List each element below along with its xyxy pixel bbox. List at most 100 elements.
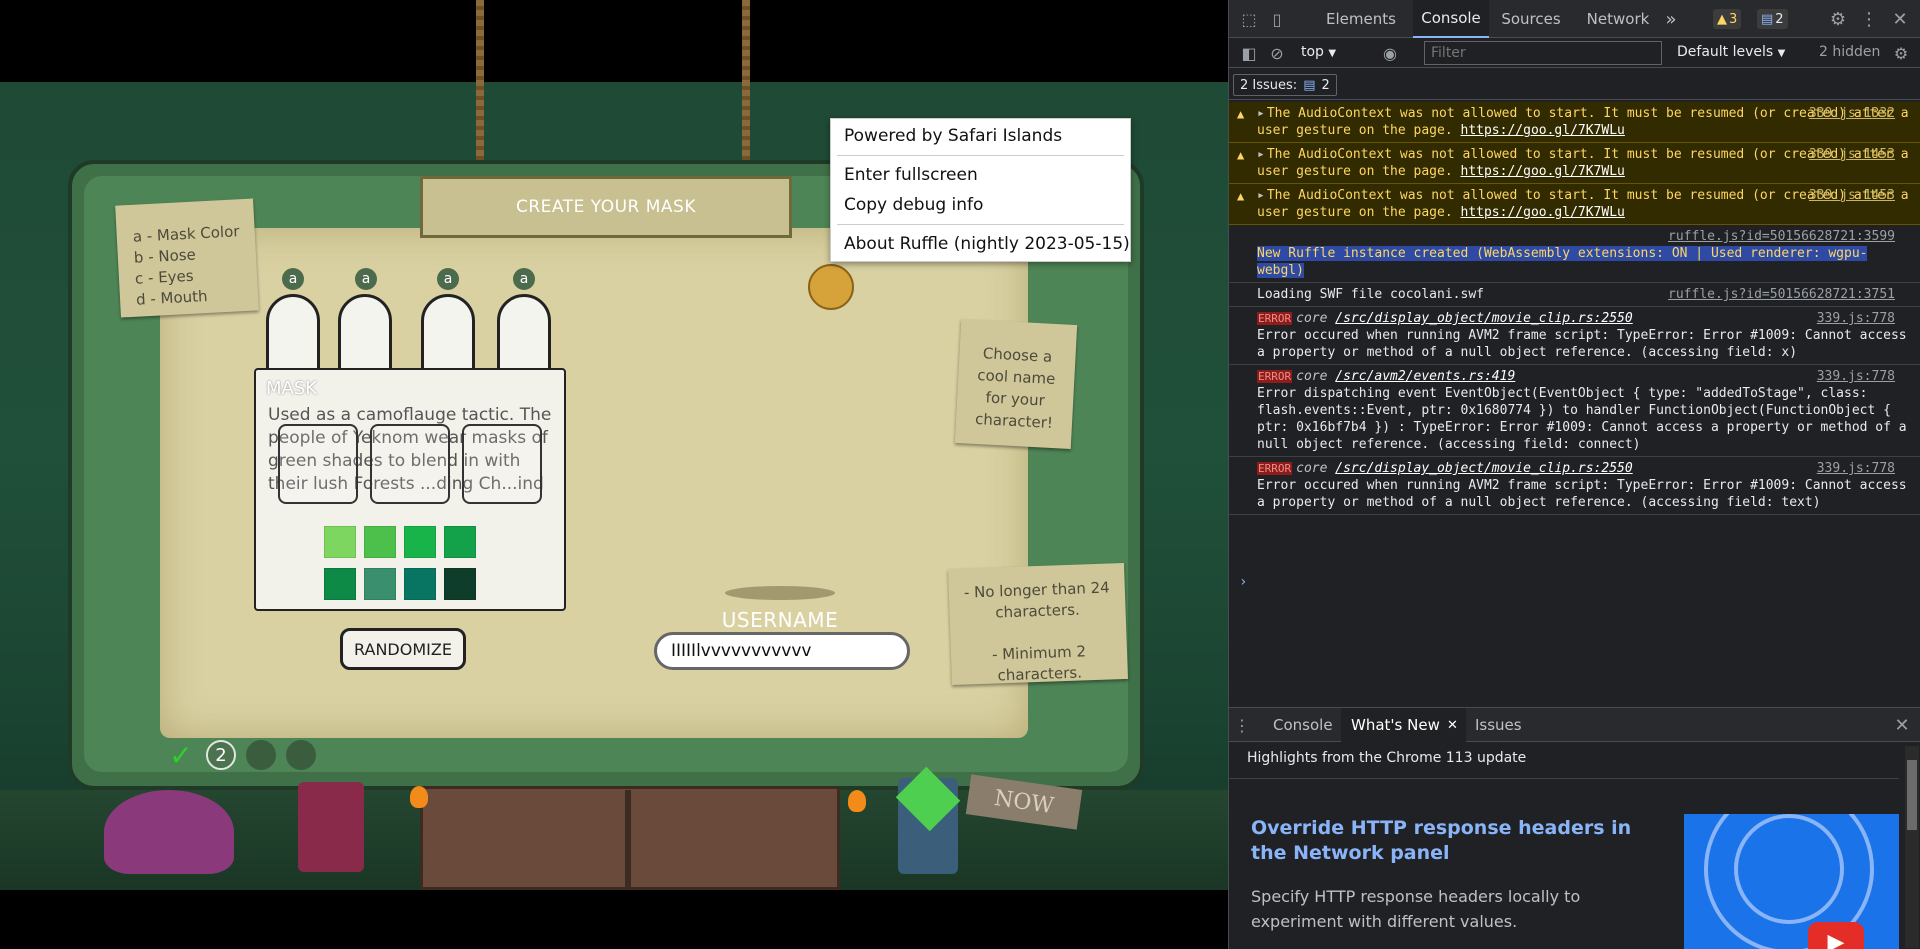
tab-sources[interactable]: Sources — [1491, 0, 1571, 38]
door-split — [625, 790, 631, 890]
message-text: Error occured when running AVM2 frame sc… — [1257, 328, 1907, 360]
play-video-icon[interactable]: ▶ — [1808, 922, 1864, 949]
filter-input[interactable] — [1424, 41, 1662, 65]
menu-item-fullscreen[interactable]: Enter fullscreen — [831, 160, 1130, 190]
step-pending — [246, 740, 276, 770]
mask-slot-tab[interactable] — [421, 294, 475, 374]
slot-letter: a — [355, 268, 377, 290]
issues-count: 2 — [1321, 77, 1330, 93]
kebab-menu-icon[interactable]: ⋮ — [1859, 8, 1879, 30]
slot-letter: a — [282, 268, 304, 290]
drawer-tab-issues[interactable]: Issues — [1465, 708, 1532, 742]
messages-badge[interactable]: ▤ 2 — [1757, 9, 1788, 29]
error-tag: ERROR — [1257, 462, 1293, 475]
menu-item-about-ruffle[interactable]: About Ruffle (nightly 2023-05-15) — [831, 229, 1130, 259]
message-source-link[interactable]: 339.js:1453 — [1809, 146, 1895, 163]
issues-bar: 2 Issues: ▤ 2 — [1229, 72, 1920, 100]
console-message-info[interactable]: ruffle.js?id=50156628721:3751 Loading SW… — [1229, 283, 1920, 307]
devtools-panel: ⬚ ▯ Elements Console Sources Network » ▲… — [1228, 0, 1920, 949]
drawer-scroll-thumb[interactable] — [1907, 760, 1917, 830]
tab-console[interactable]: Console — [1413, 0, 1489, 38]
tab-elements[interactable]: Elements — [1309, 0, 1413, 38]
mask-panel: MASK Used as a camoflauge tactic. The pe… — [254, 368, 566, 611]
message-link[interactable]: https://goo.gl/7K7WLu — [1461, 205, 1625, 220]
console-prompt[interactable]: › — [1239, 574, 1247, 590]
chevron-down-icon: ▼ — [1777, 48, 1786, 59]
mask-option-box[interactable] — [462, 424, 542, 504]
feature-title-link[interactable]: Override HTTP response headers in the Ne… — [1251, 816, 1651, 866]
color-swatch[interactable] — [444, 526, 476, 558]
drawer-menu-icon[interactable]: ⋮ — [1234, 715, 1250, 735]
inspect-element-icon[interactable]: ⬚ — [1239, 9, 1259, 29]
error-path-link[interactable]: /src/display_object/movie_clip.rs:2550 — [1335, 461, 1632, 476]
issues-button[interactable]: 2 Issues: ▤ 2 — [1233, 74, 1337, 96]
clear-console-icon[interactable]: ⊘ — [1267, 43, 1287, 63]
feature-video-thumbnail[interactable]: ▶ — [1684, 814, 1899, 949]
console-message-error[interactable]: 339.js:778 ERROR core /src/display_object… — [1229, 307, 1920, 365]
settings-gear-icon[interactable]: ⚙ — [1827, 8, 1849, 30]
console-message-warning[interactable]: ▲ 339.js:1332 ▸ The AudioContext was not … — [1229, 102, 1920, 143]
console-output[interactable]: ▲ 339.js:1332 ▸ The AudioContext was not … — [1229, 102, 1920, 705]
color-swatch[interactable] — [324, 568, 356, 600]
console-message-error[interactable]: 339.js:778 ERROR core /src/display_object… — [1229, 457, 1920, 515]
message-source-link[interactable]: 339.js:778 — [1817, 368, 1895, 385]
color-swatch[interactable] — [404, 526, 436, 558]
mask-option-box[interactable] — [278, 424, 358, 504]
close-devtools-icon[interactable]: ✕ — [1889, 8, 1911, 30]
error-module: core — [1296, 311, 1328, 326]
message-link[interactable]: https://goo.gl/7K7WLu — [1461, 164, 1625, 179]
drawer-tab-whats-new[interactable]: What's New ✕ — [1341, 708, 1466, 742]
more-tabs-icon[interactable]: » — [1659, 0, 1683, 38]
color-swatch[interactable] — [404, 568, 436, 600]
mask-slot-tab[interactable] — [338, 294, 392, 374]
feature-description: Specify HTTP response headers locally to… — [1251, 887, 1581, 931]
menu-separator — [837, 224, 1124, 225]
menu-item-copy-debug[interactable]: Copy debug info — [831, 190, 1130, 220]
error-path-link[interactable]: /src/avm2/events.rs:419 — [1335, 369, 1515, 384]
message-source-link[interactable]: 339.js:1453 — [1809, 187, 1895, 204]
game-canvas[interactable]: CREATE YOUR MASK a - Mask Color b - Nose… — [0, 0, 1228, 949]
menu-item-powered-by[interactable]: Powered by Safari Islands — [831, 121, 1130, 151]
color-swatch[interactable] — [324, 526, 356, 558]
message-source-link[interactable]: 339.js:778 — [1817, 310, 1895, 327]
message-source-link[interactable]: 339.js:1332 — [1809, 105, 1895, 122]
progress-steps: ✓ 2 — [166, 738, 316, 772]
color-swatch[interactable] — [364, 526, 396, 558]
color-swatch[interactable] — [364, 568, 396, 600]
console-message-warning[interactable]: ▲ 339.js:1453 ▸ The AudioContext was not … — [1229, 143, 1920, 184]
message-link[interactable]: https://goo.gl/7K7WLu — [1461, 123, 1625, 138]
mask-slot-tab[interactable] — [497, 294, 551, 374]
close-tab-icon[interactable]: ✕ — [1447, 718, 1458, 733]
username-input[interactable] — [654, 632, 910, 670]
mask-option-box[interactable] — [370, 424, 450, 504]
console-message-info[interactable]: ruffle.js?id=50156628721:3599 New Ruffle… — [1229, 225, 1920, 283]
randomize-button[interactable]: RANDOMIZE — [340, 628, 466, 670]
message-source-link[interactable]: 339.js:778 — [1817, 460, 1895, 477]
mask-slot-tab[interactable] — [266, 294, 320, 374]
context-value: top — [1301, 44, 1324, 60]
menu-separator — [837, 155, 1124, 156]
device-toolbar-icon[interactable]: ▯ — [1267, 9, 1287, 29]
console-message-error[interactable]: 339.js:778 ERROR core /src/avm2/events.rs… — [1229, 365, 1920, 457]
tab-network[interactable]: Network — [1577, 0, 1659, 38]
message-source-link[interactable]: ruffle.js?id=50156628721:3751 — [1668, 286, 1895, 303]
error-path-link[interactable]: /src/display_object/movie_clip.rs:2550 — [1335, 311, 1632, 326]
live-expression-eye-icon[interactable]: ◉ — [1379, 43, 1401, 63]
expand-triangle-icon[interactable]: ▸ — [1257, 106, 1265, 121]
expand-triangle-icon[interactable]: ▸ — [1257, 147, 1265, 162]
drawer-tab-console[interactable]: Console — [1263, 708, 1343, 742]
console-settings-gear-icon[interactable]: ⚙ — [1891, 43, 1911, 63]
expand-triangle-icon[interactable]: ▸ — [1257, 188, 1265, 203]
step-complete-check-icon: ✓ — [169, 738, 193, 772]
context-select[interactable]: top ▼ — [1301, 44, 1336, 60]
sidebar-toggle-icon[interactable]: ◧ — [1239, 43, 1259, 63]
color-swatch[interactable] — [444, 568, 476, 600]
warnings-badge[interactable]: ▲ 3 — [1713, 9, 1742, 29]
close-drawer-icon[interactable]: ✕ — [1891, 714, 1913, 736]
message-source-link[interactable]: ruffle.js?id=50156628721:3599 — [1668, 228, 1895, 245]
log-levels-select[interactable]: Default levels ▼ — [1677, 44, 1785, 60]
rope-left — [476, 0, 484, 165]
console-message-warning[interactable]: ▲ 339.js:1453 ▸ The AudioContext was not … — [1229, 184, 1920, 225]
message-icon: ▤ — [1761, 11, 1774, 27]
drawer-tabbar: ⋮ Console What's New ✕ Issues ✕ — [1229, 708, 1920, 742]
